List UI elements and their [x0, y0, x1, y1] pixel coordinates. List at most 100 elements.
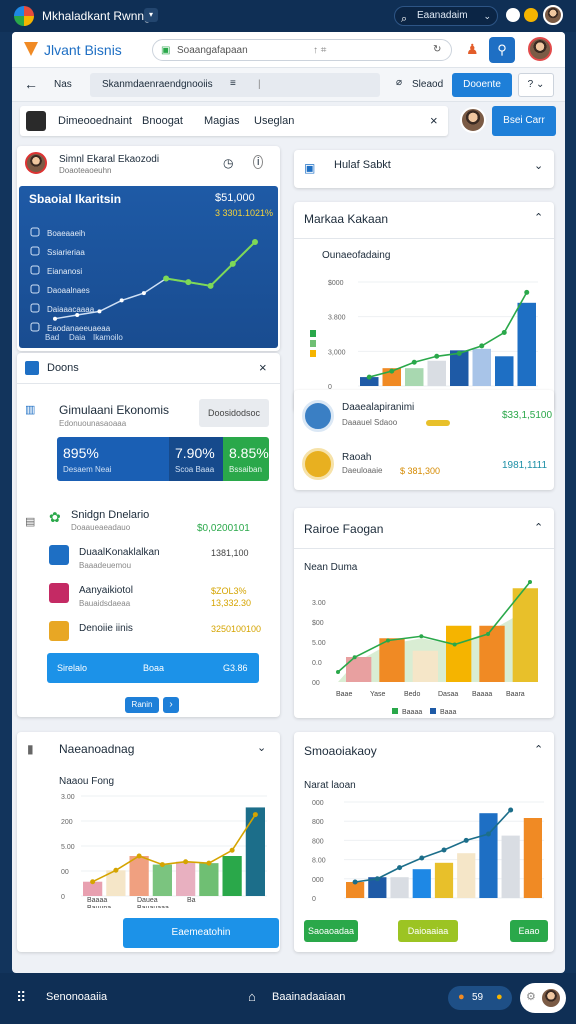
bar: [512, 588, 538, 682]
briefcase-icon: ▤: [25, 516, 36, 528]
nav-dropdown[interactable]: Skanmdaenraendgnooiis ≡ |: [90, 73, 380, 97]
nav-dropdown-label: Skanmdaenraendgnooiis: [102, 79, 213, 90]
tab-budget[interactable]: Bnoogat: [142, 115, 183, 127]
x-label: Dasaa: [438, 691, 458, 698]
panel-title: Doons: [47, 362, 79, 374]
summary-bar[interactable]: Sirelalo Boaa G3.86: [47, 653, 259, 683]
stat-card: 7.90% Scoa Baaa: [169, 437, 223, 481]
x-label: Ba: [187, 897, 196, 904]
x-label: Baae: [336, 691, 352, 698]
settings-icon[interactable]: [506, 8, 520, 22]
bar: [245, 807, 265, 896]
legend-swatch: [430, 708, 436, 714]
nav-bar: ← Nas Skanmdaenraendgnooiis ≡ | ⌀ Sleaod…: [12, 68, 565, 102]
profile-chip[interactable]: ⚙: [520, 983, 566, 1013]
bar: [412, 869, 431, 898]
divider: [17, 383, 280, 384]
coin-icon: [302, 448, 334, 480]
clock-icon[interactable]: ◷: [223, 156, 233, 170]
bar: [446, 625, 472, 682]
url-bar[interactable]: ▣ Soaangafapaan ↑ ⌗ ↻: [152, 39, 452, 61]
forecast-panel: ▮ Naeanoadnag ⌄ Naaou Fong 3.00 200 5.00 00…: [17, 732, 280, 952]
stat-value: 7.90%: [175, 445, 215, 461]
x-label: Baaaa: [87, 897, 107, 904]
legend-swatch: [310, 330, 316, 337]
trend-panel: Rairoe Faogan ⌃ Nean Duma 3.00 $00 5.00 0.0…: [294, 508, 554, 718]
progress-bar: [426, 420, 450, 426]
home-icon[interactable]: ⌂: [248, 989, 256, 1004]
legend-label: Eaodanaeeuaeaa: [47, 324, 111, 333]
close-icon[interactable]: ×: [259, 360, 267, 375]
x-label: Bauauaaa: [137, 905, 169, 908]
filter-button[interactable]: Daioaaiaa: [398, 920, 458, 942]
taskbar-label[interactable]: Senonoaaiia: [46, 991, 107, 1003]
simulation-card: Gimulaani Ekonomis Edonuounasaoaaa Doosi…: [47, 397, 272, 717]
next-page-button[interactable]: ›: [163, 697, 179, 713]
chevron-down-icon[interactable]: ⌄: [257, 741, 266, 754]
data-point: [508, 807, 514, 813]
dropdown-icon[interactable]: ▾: [144, 8, 158, 22]
global-search[interactable]: ⌕ Eaanadaim ⌄: [394, 6, 498, 26]
action-link[interactable]: Sleaod: [412, 79, 443, 90]
sim-button[interactable]: Doosidodsoc: [199, 399, 269, 427]
secure-lock-icon: ▣: [161, 45, 171, 56]
bar: [472, 348, 491, 386]
briefcase-icon: [26, 111, 46, 131]
taskbar-center[interactable]: Baainadaaiaan: [272, 991, 345, 1003]
notification-icon[interactable]: ♟: [466, 41, 479, 58]
notification-icon[interactable]: [524, 8, 538, 22]
info-icon[interactable]: i: [253, 155, 264, 169]
forecast-bar-chart: 3.002005.00000BaaaaBauunaDaueaBauauaaaBa: [61, 794, 267, 908]
share-icon[interactable]: ↑ ⌗: [313, 45, 326, 56]
tab-home[interactable]: Nas: [54, 79, 72, 90]
tab-usage[interactable]: Useglan: [254, 115, 294, 127]
cta-button[interactable]: Eaemeatohin: [123, 918, 279, 948]
primary-button[interactable]: Dooente: [452, 73, 512, 97]
refresh-icon[interactable]: ↻: [433, 44, 441, 55]
status-pill[interactable]: ● 59 ●: [448, 986, 512, 1010]
stat-card: 8.85% Bssaiban: [223, 437, 269, 481]
x-label: Baaaa: [472, 691, 492, 698]
team-avatar[interactable]: [460, 107, 486, 133]
axis-label: Daia: [69, 333, 86, 342]
tab-dashboard[interactable]: Dimeooednaint: [58, 115, 132, 127]
menu-icon[interactable]: ≡: [230, 78, 236, 89]
tick-label: 3.800: [328, 315, 346, 322]
pager-button[interactable]: Ranin: [125, 697, 159, 713]
filter-button[interactable]: Eaao: [510, 920, 548, 942]
os-top-bar: Mkhaladkant Rwnng ▾ ⌕ Eaanadaim ⌄: [0, 0, 576, 32]
stat-value: 895%: [63, 445, 99, 461]
chevron-up-icon[interactable]: ⌃: [534, 211, 543, 224]
pin-icon[interactable]: ⌀: [396, 77, 402, 88]
chevron-up-icon[interactable]: ⌃: [534, 743, 543, 756]
app-logo-icon[interactable]: [14, 6, 34, 26]
profile-avatar[interactable]: [528, 37, 552, 61]
close-icon[interactable]: ×: [430, 113, 438, 128]
legend-swatch: [30, 284, 40, 294]
axis-label: Ikamoilo: [93, 333, 123, 342]
apps-grid-icon[interactable]: ⠿: [16, 989, 26, 1006]
chevron-up-icon[interactable]: ⌃: [534, 521, 543, 534]
cta-button[interactable]: Bsei Carr: [492, 106, 556, 136]
filter-button[interactable]: Saoaoadaa: [304, 920, 358, 942]
chart-subtitle: Nean Duma: [304, 562, 358, 573]
x-label: Baara: [506, 691, 525, 698]
legend-swatch: [30, 322, 40, 332]
data-point: [90, 879, 96, 885]
user-icon[interactable]: ⚲: [489, 37, 515, 63]
chart-subtitle: Narat laoan: [304, 780, 356, 791]
account-value: $33,1,5100: [502, 410, 553, 421]
bar: [501, 835, 520, 898]
chevron-down-icon[interactable]: ⌄: [534, 159, 543, 172]
app-window: Jlvant Bisnis ▣ Soaangafapaan ↑ ⌗ ↻ ♟ ⚲ …: [12, 32, 565, 973]
tick-label: 5.00: [312, 640, 326, 647]
account-value: 1981,1111: [502, 460, 548, 471]
panel-title: Smoaoiakaoy: [304, 744, 377, 758]
tab-magias[interactable]: Magias: [204, 115, 239, 127]
avatar[interactable]: [543, 5, 563, 25]
legend-label: Eiananosi: [47, 267, 82, 276]
help-button[interactable]: ? ⌄: [518, 73, 554, 97]
back-button[interactable]: ←: [24, 76, 38, 92]
data-point: [463, 837, 469, 843]
profile-sub: Doaoteaoeuhn: [59, 166, 112, 175]
